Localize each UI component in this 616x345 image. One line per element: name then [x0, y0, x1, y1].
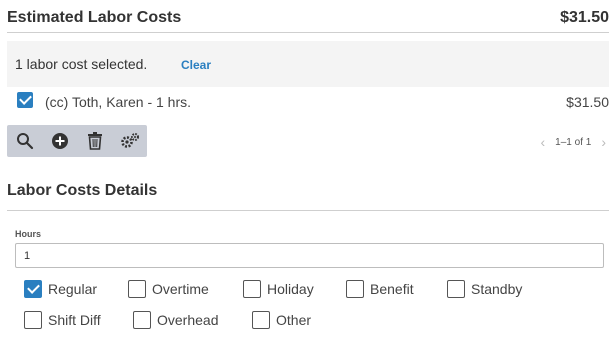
labor-cost-label: (cc) Toth, Karen - 1 hrs.: [45, 94, 192, 110]
selection-text: 1 labor cost selected.: [15, 56, 148, 72]
chevron-left-icon[interactable]: ‹: [541, 134, 546, 150]
option-label: Benefit: [370, 281, 414, 297]
option-label: Standby: [471, 281, 523, 297]
page-title: Estimated Labor Costs: [7, 9, 182, 26]
toolbar: [7, 125, 147, 157]
overtime-checkbox[interactable]: [128, 280, 146, 298]
option-overhead[interactable]: Overhead: [133, 311, 218, 329]
selection-bar: 1 labor cost selected. Clear: [7, 41, 609, 87]
overhead-checkbox[interactable]: [133, 311, 151, 329]
option-label: Holiday: [267, 281, 314, 297]
hours-input[interactable]: [15, 243, 604, 268]
pager-text: 1–1 of 1: [555, 136, 592, 148]
search-button[interactable]: [7, 125, 42, 157]
header: Estimated Labor Costs $31.50: [7, 4, 609, 32]
settings-icon: [120, 133, 139, 148]
option-label: Overhead: [157, 312, 219, 328]
option-regular[interactable]: Regular: [24, 280, 97, 298]
option-label: Overtime: [152, 281, 209, 297]
option-label: Shift Diff: [48, 312, 101, 328]
option-label: Other: [276, 312, 312, 328]
divider: [7, 32, 609, 33]
settings-button[interactable]: [112, 125, 147, 157]
clear-selection-link[interactable]: Clear: [181, 58, 211, 72]
hours-label: Hours: [15, 229, 42, 239]
option-holiday[interactable]: Holiday: [243, 280, 314, 298]
add-icon: [51, 133, 68, 149]
option-standby[interactable]: Standby: [447, 280, 522, 298]
chevron-right-icon[interactable]: ›: [601, 134, 606, 150]
pagination: ‹ 1–1 of 1 ›: [541, 134, 607, 150]
total-cost: $31.50: [560, 9, 609, 26]
section-title: Labor Costs Details: [7, 182, 158, 199]
standby-checkbox[interactable]: [447, 280, 465, 298]
other-checkbox[interactable]: [252, 311, 270, 329]
row-checkbox[interactable]: [17, 92, 33, 108]
divider: [7, 210, 609, 211]
search-icon: [16, 133, 33, 150]
labor-cost-amount: $31.50: [566, 94, 609, 110]
add-button[interactable]: [42, 125, 77, 157]
option-overtime[interactable]: Overtime: [128, 280, 209, 298]
option-benefit[interactable]: Benefit: [346, 280, 414, 298]
benefit-checkbox[interactable]: [346, 280, 364, 298]
regular-checkbox[interactable]: [24, 280, 42, 298]
option-shift-diff[interactable]: Shift Diff: [24, 311, 101, 329]
option-other[interactable]: Other: [252, 311, 311, 329]
delete-button[interactable]: [77, 125, 112, 157]
delete-icon: [87, 132, 102, 150]
shift-diff-checkbox[interactable]: [24, 311, 42, 329]
option-label: Regular: [48, 281, 98, 297]
labor-cost-row[interactable]: (cc) Toth, Karen - 1 hrs. $31.50: [7, 88, 609, 116]
holiday-checkbox[interactable]: [243, 280, 261, 298]
